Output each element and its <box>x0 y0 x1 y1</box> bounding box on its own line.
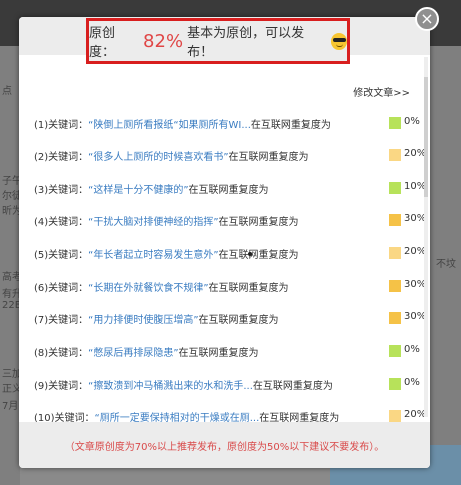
bg-fragment: 不坟 <box>436 259 456 270</box>
keyword-row: (6)关键词：“长期在外就餐饮食不规律”在互联网重复度为 30% <box>34 279 426 295</box>
repetition-indicator <box>389 247 401 259</box>
keyword-index: (2)关键词： <box>34 152 89 163</box>
close-button[interactable]: × <box>415 7 439 31</box>
repetition-percent: 0% <box>404 344 420 355</box>
keyword-phrase-link[interactable]: “用力排便时使腹压增高” <box>88 315 198 326</box>
keyword-text: (5)关键词：“年长者起立时容易发生意外”在互联网重复度为 <box>34 246 299 261</box>
scrollbar-thumb[interactable] <box>424 77 428 197</box>
keyword-index: (5)关键词： <box>34 250 89 261</box>
keyword-suffix: 在互联网重复度为 <box>250 120 331 131</box>
keyword-row: (4)关键词：“干扰大脑对排便神经的指挥”在互联网重复度为 30% <box>34 213 426 229</box>
repetition-indicator <box>389 182 401 194</box>
dialog-footer: （文章原创度为70%以上推荐发布，原创度为50%以下建议不要发布）。 <box>19 422 430 468</box>
keyword-phrase-link[interactable]: “擦致溃到冲马桶溅出来的水和洗手... <box>88 381 253 392</box>
keyword-text: (2)关键词：“很多人上厕所的时候喜欢看书”在互联网重复度为 <box>34 148 309 163</box>
keyword-phrase-link[interactable]: “陕倒上厕所看报纸“如果厕所有WI... <box>88 120 251 131</box>
keyword-phrase-link[interactable]: “这样是十分不健康的” <box>88 185 188 196</box>
score-label: 原创度： <box>89 26 116 60</box>
keyword-suffix: 在互联网重复度为 <box>208 283 289 294</box>
keyword-phrase-link[interactable]: “长期在外就餐饮食不规律” <box>88 283 208 294</box>
keyword-suffix: 在互联网重复度为 <box>252 381 333 392</box>
keyword-index: (6)关键词： <box>34 283 89 294</box>
keyword-suffix: 在互联网重复度为 <box>178 348 259 359</box>
repetition-indicator <box>389 117 401 129</box>
repetition-indicator <box>389 378 401 390</box>
repetition-percent: 0% <box>404 377 420 388</box>
keyword-row: (3)关键词：“这样是十分不健康的”在互联网重复度为 10% <box>34 181 426 197</box>
keyword-index: (7)关键词： <box>34 315 89 326</box>
keyword-index: (8)关键词： <box>34 348 89 359</box>
repetition-percent: 30% <box>404 279 427 290</box>
close-icon: × <box>420 9 434 28</box>
keyword-text: (6)关键词：“长期在外就餐饮食不规律”在互联网重复度为 <box>34 279 289 294</box>
background-left-column <box>0 46 20 485</box>
keyword-phrase-link[interactable]: “年长者起立时容易发生意外” <box>88 250 218 261</box>
repetition-indicator <box>389 312 401 324</box>
repetition-percent: 0% <box>404 116 420 127</box>
keyword-phrase-link[interactable]: “憋尿后再排尿隐患” <box>88 348 178 359</box>
originality-score-box: 原创度： 82% 基本为原创，可以发布！ <box>86 18 350 64</box>
footer-note: （文章原创度为70%以上推荐发布，原创度为50%以下建议不要发布）。 <box>64 441 385 453</box>
keyword-phrase-link[interactable]: “很多人上厕所的时候喜欢看书” <box>88 152 228 163</box>
keyword-text: (9)关键词：“擦致溃到冲马桶溅出来的水和洗手...在互联网重复度为 <box>34 377 333 392</box>
repetition-indicator <box>389 410 401 422</box>
keyword-text: (1)关键词：“陕倒上厕所看报纸“如果厕所有WI...在互联网重复度为 <box>34 116 331 131</box>
keyword-index: (4)关键词： <box>34 217 89 228</box>
sunglasses-emoji-icon <box>330 32 348 50</box>
keyword-suffix: 在互联网重复度为 <box>188 185 269 196</box>
repetition-indicator <box>389 280 401 292</box>
repetition-percent: 30% <box>404 213 427 224</box>
repetition-percent: 30% <box>404 311 427 322</box>
keyword-row: (5)关键词：“年长者起立时容易发生意外”在互联网重复度为 20% <box>34 246 426 262</box>
keyword-text: (3)关键词：“这样是十分不健康的”在互联网重复度为 <box>34 181 269 196</box>
repetition-indicator <box>389 214 401 226</box>
keyword-text: (8)关键词：“憋尿后再排尿隐患”在互联网重复度为 <box>34 344 259 359</box>
repetition-percent: 20% <box>404 409 427 420</box>
score-value: 82% <box>143 30 184 52</box>
keyword-row: (1)关键词：“陕倒上厕所看报纸“如果厕所有WI...在互联网重复度为 0% <box>34 116 420 132</box>
keyword-suffix: 在互联网重复度为 <box>218 217 299 228</box>
bg-fragment: 点 <box>2 86 12 97</box>
keyword-suffix: 在互联网重复度为 <box>218 250 299 261</box>
scrollbar[interactable] <box>424 57 428 417</box>
modify-article-link[interactable]: 修改文章>> <box>353 84 410 99</box>
keyword-index: (3)关键词： <box>34 185 89 196</box>
keyword-phrase-link[interactable]: “干扰大脑对排便神经的指挥” <box>88 217 218 228</box>
originality-dialog: 原创度： 82% 基本为原创，可以发布！ 修改文章>> (1)关键词：“陕倒上厕… <box>19 17 430 468</box>
score-text: 基本为原创，可以发布！ <box>187 26 305 60</box>
keyword-suffix: 在互联网重复度为 <box>228 152 309 163</box>
keyword-row: (7)关键词：“用力排便时使腹压增高”在互联网重复度为 30% <box>34 311 426 327</box>
keyword-text: (7)关键词：“用力排便时使腹压增高”在互联网重复度为 <box>34 311 279 326</box>
keyword-row: (2)关键词：“很多人上厕所的时候喜欢看书”在互联网重复度为 20% <box>34 148 426 164</box>
repetition-percent: 10% <box>404 181 427 192</box>
keyword-index: (9)关键词： <box>34 381 89 392</box>
repetition-percent: 20% <box>404 148 427 159</box>
keyword-row: (8)关键词：“憋尿后再排尿隐患”在互联网重复度为 0% <box>34 344 420 360</box>
keyword-suffix: 在互联网重复度为 <box>198 315 279 326</box>
cursor-dot <box>248 252 252 256</box>
keyword-index: (1)关键词： <box>34 120 89 131</box>
repetition-indicator <box>389 345 401 357</box>
keyword-row: (9)关键词：“擦致溃到冲马桶溅出来的水和洗手...在互联网重复度为 0% <box>34 377 420 393</box>
repetition-indicator <box>389 149 401 161</box>
repetition-percent: 20% <box>404 246 427 257</box>
keyword-text: (4)关键词：“干扰大脑对排便神经的指挥”在互联网重复度为 <box>34 213 299 228</box>
